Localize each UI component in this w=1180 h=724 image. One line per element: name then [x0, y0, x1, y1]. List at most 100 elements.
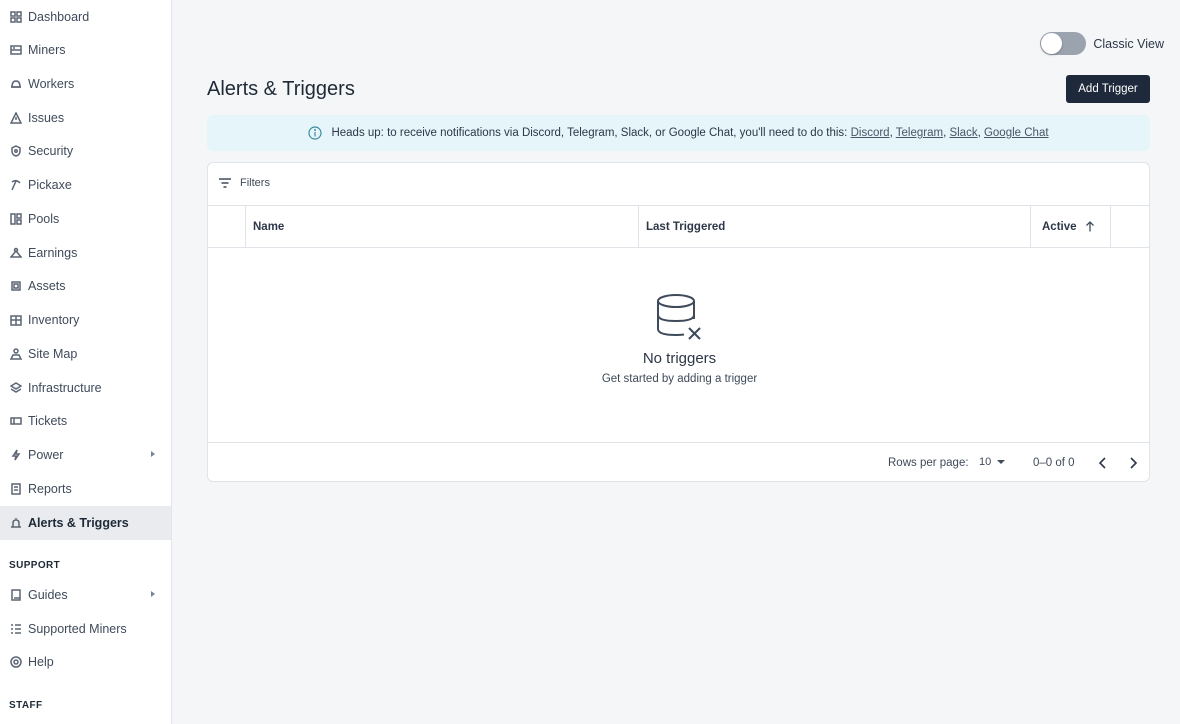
column-header-active[interactable]: Active [1031, 206, 1111, 247]
previous-page-button[interactable] [1095, 455, 1111, 471]
sidebar-item-security[interactable]: Security [0, 134, 171, 168]
layers-icon [10, 382, 22, 394]
sidebar-item-label: Supported Miners [28, 622, 127, 636]
sidebar-item-inventory[interactable]: Inventory [0, 303, 171, 337]
sidebar-item-label: Power [28, 448, 64, 462]
filters-button[interactable]: Filters [218, 177, 270, 189]
table-header: Name Last Triggered Active [208, 205, 1149, 248]
column-header-label: Name [253, 220, 285, 233]
sidebar: Dashboard Miners Workers Issues Security… [0, 0, 172, 724]
select-column-header[interactable] [208, 206, 246, 247]
earnings-icon [10, 247, 22, 259]
checklist-icon [10, 623, 22, 635]
sidebar-item-label: Reports [28, 482, 72, 496]
empty-state-subtitle: Get started by adding a trigger [601, 373, 758, 385]
classic-view-toggle-group: Classic View [1040, 32, 1164, 55]
alarm-icon [10, 517, 22, 529]
main-content: Classic View Alerts & Triggers Add Trigg… [172, 0, 1180, 724]
filters-label: Filters [240, 177, 270, 189]
chevron-right-icon [151, 451, 155, 457]
caret-down-icon [997, 460, 1006, 464]
sidebar-item-label: Security [28, 144, 74, 158]
shield-icon [10, 145, 22, 157]
help-icon [10, 656, 22, 668]
dashboard-icon [10, 11, 22, 23]
actions-column-header [1111, 206, 1149, 247]
sidebar-item-infrastructure[interactable]: Infrastructure [0, 371, 171, 405]
workers-icon [10, 78, 22, 90]
sidebar-item-supported-miners[interactable]: Supported Miners [0, 612, 171, 646]
rows-per-page-label: Rows per page: [888, 457, 969, 469]
rows-per-page-value: 10 [979, 456, 992, 468]
sidebar-item-site-map[interactable]: Site Map [0, 337, 171, 371]
pickaxe-icon [10, 179, 22, 191]
sidebar-item-label: Assets [28, 279, 66, 293]
column-header-label: Last Triggered [646, 220, 726, 233]
empty-state-title: No triggers [642, 350, 717, 367]
add-trigger-button[interactable]: Add Trigger [1066, 75, 1150, 103]
telegram-link[interactable]: Telegram [896, 127, 943, 139]
sidebar-item-label: Dashboard [28, 10, 90, 24]
slack-link[interactable]: Slack [949, 127, 977, 139]
sidebar-item-label: Issues [28, 111, 65, 125]
sidebar-item-guides[interactable]: Guides [0, 578, 171, 612]
sidebar-item-label: Guides [28, 588, 68, 602]
classic-view-label: Classic View [1093, 36, 1164, 51]
google-chat-link[interactable]: Google Chat [984, 127, 1049, 139]
discord-link[interactable]: Discord [851, 127, 890, 139]
staff-heading: STAFF [9, 700, 43, 711]
sidebar-item-label: Site Map [28, 347, 78, 361]
next-page-button[interactable] [1125, 455, 1141, 471]
column-header-last-triggered[interactable]: Last Triggered [639, 206, 1031, 247]
sidebar-item-label: Miners [28, 43, 66, 57]
sidebar-item-issues[interactable]: Issues [0, 101, 171, 135]
sidebar-item-label: Tickets [28, 414, 68, 428]
sidebar-item-label: Help [28, 655, 54, 669]
pools-icon [10, 213, 22, 225]
alert-message: Heads up: to receive notifications via D… [331, 127, 851, 139]
rows-per-page-select[interactable]: 10 [979, 456, 1006, 468]
page-title: Alerts & Triggers [207, 78, 355, 100]
alert-text: Heads up: to receive notifications via D… [331, 127, 1048, 139]
sidebar-item-tickets[interactable]: Tickets [0, 404, 171, 438]
book-icon [10, 589, 22, 601]
sidebar-item-assets[interactable]: Assets [0, 269, 171, 303]
sidebar-item-label: Alerts & Triggers [28, 516, 129, 530]
report-icon [10, 483, 22, 495]
sidebar-item-pools[interactable]: Pools [0, 202, 171, 236]
sidebar-item-pickaxe[interactable]: Pickaxe [0, 168, 171, 202]
support-heading: SUPPORT [9, 560, 61, 571]
triggers-table-card: Filters Name Last Triggered Active No tr… [207, 162, 1150, 482]
sidebar-item-reports[interactable]: Reports [0, 472, 171, 506]
sidebar-item-label: Workers [28, 77, 75, 91]
filter-icon [219, 178, 231, 188]
empty-state: No triggers Get started by adding a trig… [208, 293, 1149, 385]
chevron-right-icon [151, 591, 155, 597]
sidebar-item-workers[interactable]: Workers [0, 67, 171, 101]
inventory-icon [10, 314, 22, 326]
warning-icon [10, 112, 22, 124]
column-header-label: Active [1042, 220, 1077, 233]
sidebar-item-earnings[interactable]: Earnings [0, 236, 171, 270]
sidebar-item-label: Earnings [28, 246, 78, 260]
sort-ascending-icon [1085, 221, 1095, 232]
chevron-right-icon [1130, 457, 1138, 469]
table-pagination: Rows per page: 10 0–0 of 0 [208, 442, 1149, 481]
column-header-name[interactable]: Name [246, 206, 639, 247]
sidebar-item-help[interactable]: Help [0, 645, 171, 679]
assets-icon [10, 280, 22, 292]
site-map-icon [10, 348, 22, 360]
miners-icon [10, 44, 22, 56]
sidebar-item-alerts-triggers[interactable]: Alerts & Triggers [0, 506, 171, 540]
lightning-icon [10, 449, 22, 461]
chevron-left-icon [1098, 457, 1106, 469]
sidebar-item-label: Pickaxe [28, 178, 72, 192]
pagination-range: 0–0 of 0 [1033, 457, 1075, 469]
toggle-knob [1041, 33, 1063, 54]
sidebar-item-label: Pools [28, 212, 60, 226]
sidebar-item-power[interactable]: Power [0, 438, 171, 472]
classic-view-toggle[interactable] [1040, 32, 1087, 55]
sidebar-item-dashboard[interactable]: Dashboard [0, 0, 171, 34]
sidebar-item-label: Infrastructure [28, 381, 102, 395]
sidebar-item-miners[interactable]: Miners [0, 33, 171, 67]
